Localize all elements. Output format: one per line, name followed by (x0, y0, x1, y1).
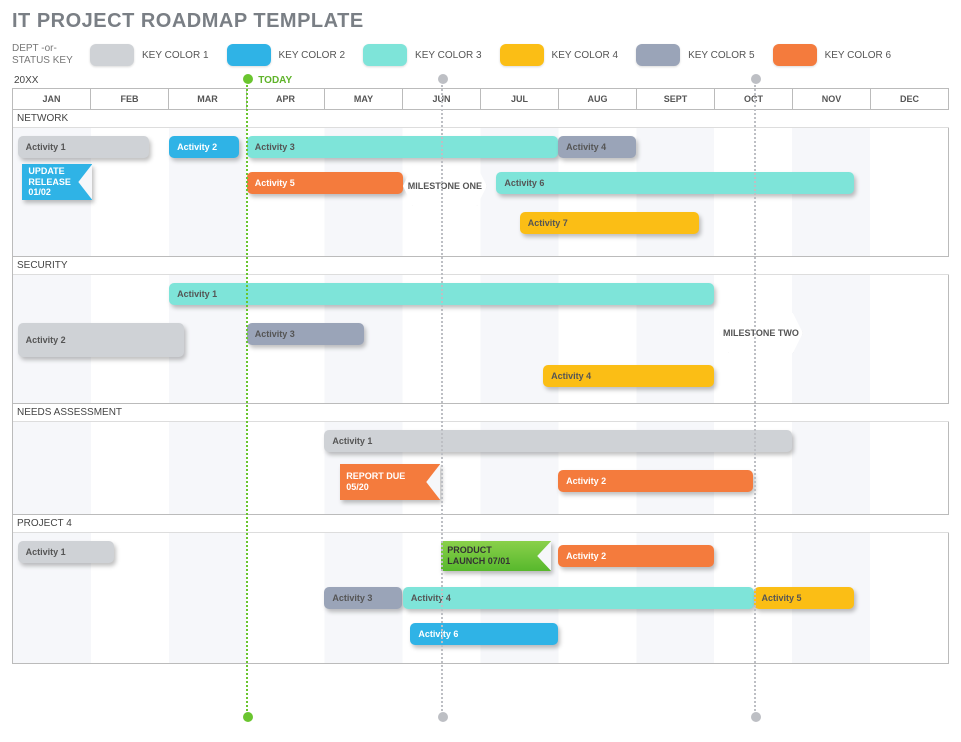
section-title: NETWORK (13, 110, 949, 128)
legend-label: DEPT -or- STATUS KEY (12, 43, 82, 67)
month-cell: MAY (325, 89, 403, 110)
legend-item: KEY COLOR 3 (363, 44, 482, 66)
gantt-bar[interactable]: Activity 2 (169, 136, 239, 158)
gantt-bar[interactable]: Activity 1 (169, 283, 714, 305)
gantt-flag[interactable]: REPORT DUE 05/20 (340, 464, 440, 500)
month-cell: JUL (481, 89, 559, 110)
legend-item: KEY COLOR 6 (773, 44, 892, 66)
milestone[interactable]: MILESTONE ONE (403, 166, 487, 206)
month-cell: NOV (793, 89, 871, 110)
gantt-bar[interactable]: Activity 6 (410, 623, 558, 645)
legend-item: KEY COLOR 4 (500, 44, 619, 66)
legend-item: KEY COLOR 1 (90, 44, 209, 66)
month-header: JAN FEB MAR APR MAY JUN JUL AUG SEPT OCT… (12, 88, 949, 110)
milestone[interactable]: MILESTONE TWO (719, 313, 803, 353)
legend-item: KEY COLOR 5 (636, 44, 755, 66)
legend-item: KEY COLOR 2 (227, 44, 346, 66)
gantt-bar[interactable]: Activity 4 (558, 136, 636, 158)
gantt-bar[interactable]: Activity 7 (520, 212, 700, 234)
page-title: IT PROJECT ROADMAP TEMPLATE (12, 10, 949, 33)
gantt-bar[interactable]: Activity 3 (324, 587, 402, 609)
month-cell: OCT (715, 89, 793, 110)
gantt-bar[interactable]: Activity 6 (496, 172, 854, 194)
month-cell: DEC (871, 89, 949, 110)
swatch-icon (363, 44, 407, 66)
gantt-bar[interactable]: Activity 5 (754, 587, 855, 609)
gantt-bar[interactable]: Activity 3 (247, 323, 364, 345)
month-cell: AUG (559, 89, 637, 110)
swatch-icon (227, 44, 271, 66)
section-security: SECURITY Activity 1 Activity 2 Activity … (12, 257, 949, 404)
swatch-icon (773, 44, 817, 66)
section-network: NETWORK Activity 1 Activity 2 Activity 3… (12, 110, 949, 257)
gantt-bar[interactable]: Activity 2 (558, 470, 752, 492)
section-title: PROJECT 4 (13, 515, 949, 533)
month-cell: JUN (403, 89, 481, 110)
gantt-flag[interactable]: PRODUCT LAUNCH 07/01 (441, 541, 551, 571)
swatch-icon (90, 44, 134, 66)
section-project4: PROJECT 4 Activity 1 PRODUCT LAUNCH 07/0… (12, 515, 949, 664)
gantt-bar[interactable]: Activity 5 (247, 172, 403, 194)
month-cell: MAR (169, 89, 247, 110)
gantt-bar[interactable]: Activity 4 (403, 587, 754, 609)
gantt-bar[interactable]: Activity 4 (543, 365, 714, 387)
section-title: SECURITY (13, 257, 949, 275)
month-cell: SEPT (637, 89, 715, 110)
section-title: NEEDS ASSESSMENT (13, 404, 949, 422)
legend: DEPT -or- STATUS KEY KEY COLOR 1 KEY COL… (12, 43, 949, 67)
gantt-bar[interactable]: Activity 1 (18, 136, 149, 158)
swatch-icon (636, 44, 680, 66)
gantt-bar[interactable]: Activity 1 (18, 541, 114, 563)
section-needs: NEEDS ASSESSMENT Activity 1 REPORT DUE 0… (12, 404, 949, 515)
month-cell: JAN (13, 89, 91, 110)
gantt-bar[interactable]: Activity 2 (18, 323, 184, 357)
month-cell: FEB (91, 89, 169, 110)
gantt-bar[interactable]: Activity 1 (324, 430, 792, 452)
gantt-flag[interactable]: UPDATE RELEASE 01/02 (22, 164, 92, 200)
month-cell: APR (247, 89, 325, 110)
gantt-bar[interactable]: Activity 3 (247, 136, 558, 158)
swatch-icon (500, 44, 544, 66)
year-label: 20XX (14, 75, 949, 86)
gantt-bar[interactable]: Activity 2 (558, 545, 714, 567)
roadmap: 20XX TODAY JAN FEB MAR APR MAY (12, 75, 949, 664)
